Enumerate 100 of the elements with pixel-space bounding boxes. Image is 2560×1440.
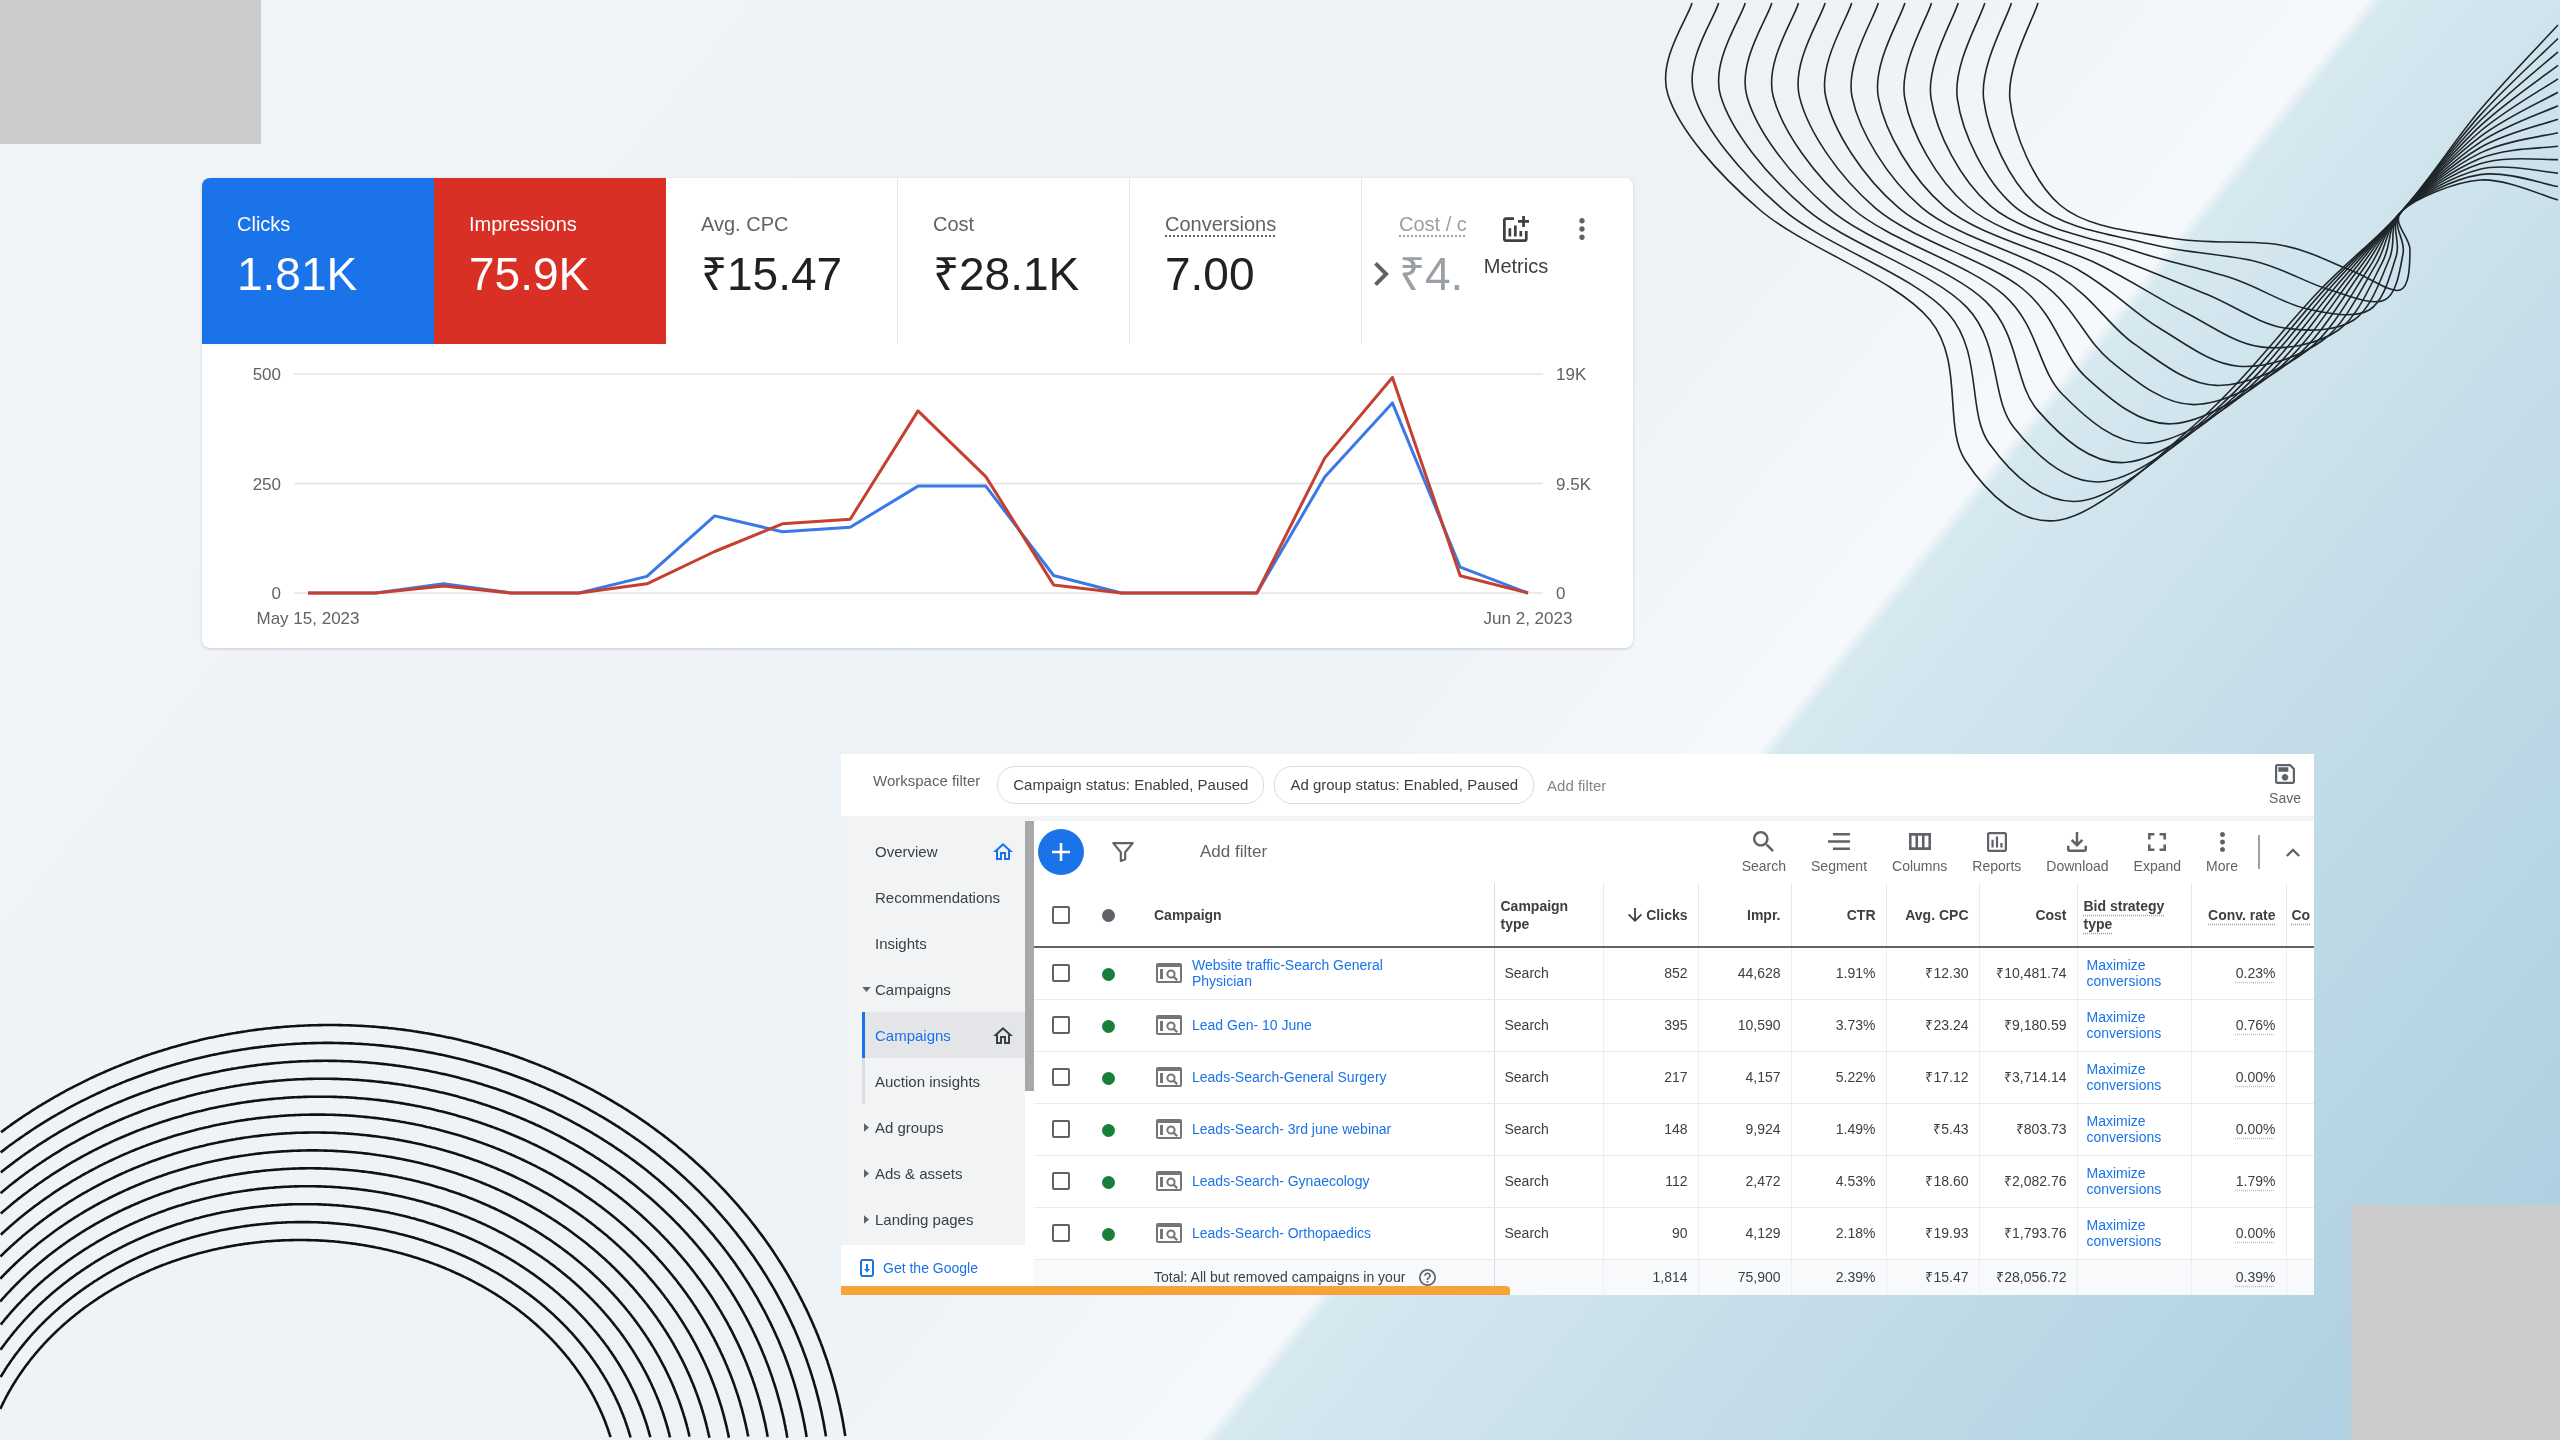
checkbox[interactable] bbox=[1052, 1224, 1070, 1243]
filter-chip[interactable]: Campaign status: Enabled, Paused bbox=[997, 766, 1265, 804]
save-button[interactable]: Save bbox=[2269, 764, 2301, 806]
download-icon bbox=[2067, 831, 2088, 852]
search-button[interactable]: Search bbox=[1731, 830, 1796, 874]
table-cell: Search bbox=[1494, 1207, 1603, 1259]
column-header[interactable]: Campaign type bbox=[1494, 883, 1603, 947]
table-cell: Search bbox=[1494, 999, 1603, 1051]
table-link[interactable]: Maximize conversions bbox=[2086, 1165, 2181, 1197]
column-header[interactable]: Co bbox=[2286, 883, 2314, 947]
scrollbar-thumb[interactable] bbox=[1025, 821, 1034, 1091]
table-link[interactable]: Maximize conversions bbox=[2086, 957, 2181, 990]
table-cell: 44,628 bbox=[1698, 947, 1791, 999]
table-link[interactable]: Maximize conversions bbox=[2086, 1009, 2181, 1041]
column-header[interactable]: Bid strategy type bbox=[2077, 883, 2191, 947]
campaign-link[interactable]: Leads-Search- Gynaecology bbox=[1192, 1173, 1370, 1189]
chevron-up-icon[interactable] bbox=[2286, 847, 2300, 857]
table-link[interactable]: Maximize conversions bbox=[2086, 1113, 2181, 1145]
checkbox[interactable] bbox=[1052, 964, 1070, 983]
column-header[interactable]: Cost bbox=[1979, 883, 2077, 947]
y-axis-label: 0 bbox=[271, 584, 281, 603]
y-axis-label: 0 bbox=[1556, 584, 1566, 603]
more-icon bbox=[2219, 831, 2225, 852]
metric-tile[interactable]: Impressions 75.9K bbox=[434, 178, 666, 344]
more-icon[interactable] bbox=[1579, 218, 1585, 240]
column-header[interactable]: Avg. CPC bbox=[1886, 883, 1979, 947]
checkbox[interactable] bbox=[1052, 1172, 1070, 1191]
column-header[interactable]: CTR bbox=[1791, 883, 1886, 947]
reports-button[interactable]: Reports bbox=[1962, 830, 2032, 874]
search-box-icon bbox=[1156, 1015, 1182, 1035]
table-cell: ₹23.24 bbox=[1886, 999, 1979, 1051]
column-header[interactable]: Clicks bbox=[1603, 883, 1698, 947]
checkbox[interactable] bbox=[1052, 1068, 1070, 1087]
table-cell: ₹15.47 bbox=[1886, 1259, 1979, 1295]
status-dot-icon bbox=[1101, 909, 1115, 923]
table-cell: 1.79% bbox=[2191, 1155, 2286, 1207]
nav-item[interactable]: Insights bbox=[841, 920, 1025, 966]
caret-icon bbox=[863, 1168, 869, 1178]
app-download-link[interactable]: Get the Google bbox=[860, 1259, 978, 1277]
filter-chip[interactable]: Ad group status: Enabled, Paused bbox=[1274, 766, 1535, 804]
campaign-link[interactable]: Website traffic-Search General Physician bbox=[1192, 957, 1404, 990]
filter-icon[interactable] bbox=[1112, 842, 1134, 862]
table-cell: ₹28,056.72 bbox=[1979, 1259, 2077, 1295]
campaign-link[interactable]: Leads-Search-General Surgery bbox=[1192, 1069, 1387, 1085]
add-filter-button[interactable]: Add filter bbox=[1200, 842, 1268, 862]
metric-tile[interactable]: Cost ₹28.1K bbox=[898, 178, 1130, 344]
chevron-right-icon[interactable] bbox=[1374, 262, 1389, 286]
chart-add-icon bbox=[1503, 216, 1529, 242]
add-filter-link[interactable]: Add filter bbox=[1547, 776, 1607, 794]
metric-tile[interactable]: Avg. CPC ₹15.47 bbox=[666, 178, 898, 344]
metric-tile[interactable]: Conversions 7.00 bbox=[1130, 178, 1362, 344]
table-link[interactable]: Maximize conversions bbox=[2086, 1061, 2181, 1093]
nav-item[interactable]: Recommendations bbox=[841, 874, 1025, 920]
checkbox[interactable] bbox=[1052, 1016, 1070, 1035]
home-icon bbox=[993, 842, 1013, 860]
table-cell: 0.39% bbox=[2191, 1259, 2286, 1295]
table-cell: 0.00% bbox=[2191, 1103, 2286, 1155]
checkbox[interactable] bbox=[1052, 906, 1070, 925]
column-header[interactable]: Impr. bbox=[1698, 883, 1791, 947]
more-button[interactable]: More bbox=[2196, 830, 2248, 874]
checkbox[interactable] bbox=[1052, 1120, 1070, 1139]
search-box-icon bbox=[1156, 1171, 1182, 1191]
column-header[interactable]: Conv. rate bbox=[2191, 883, 2286, 947]
segment-button[interactable]: Segment bbox=[1801, 830, 1878, 874]
nav-item[interactable]: Campaigns bbox=[862, 1012, 1025, 1058]
table-cell: Search bbox=[1494, 1051, 1603, 1103]
nav-item[interactable]: Auction insights bbox=[865, 1058, 1025, 1104]
table-cell: ₹10,481.74 bbox=[1979, 947, 2077, 999]
table-cell: 148 bbox=[1603, 1103, 1698, 1155]
nav-item[interactable]: Ads & assets bbox=[841, 1150, 1025, 1196]
nav-item[interactable]: Overview bbox=[841, 828, 1025, 874]
expand-button[interactable]: Expand bbox=[2123, 830, 2192, 874]
column-header[interactable]: Campaign bbox=[1128, 883, 1494, 947]
campaign-link[interactable]: Leads-Search- Orthopaedics bbox=[1192, 1225, 1371, 1241]
campaign-link[interactable]: Leads-Search- 3rd june webinar bbox=[1192, 1121, 1392, 1137]
nav-item[interactable]: Landing pages bbox=[841, 1196, 1025, 1242]
table-cell: Search bbox=[1494, 947, 1603, 999]
table-cell: ₹17.12 bbox=[1886, 1051, 1979, 1103]
table-cell: ₹803.73 bbox=[1979, 1103, 2077, 1155]
table-cell: 395 bbox=[1603, 999, 1698, 1051]
table-cell: ₹3,714.14 bbox=[1979, 1051, 2077, 1103]
table-cell: 1,814 bbox=[1603, 1259, 1698, 1295]
table-cell: 0.00% bbox=[2191, 1051, 2286, 1103]
campaign-link[interactable]: Lead Gen- 10 June bbox=[1192, 1017, 1312, 1033]
metrics-button[interactable]: Metrics bbox=[1474, 178, 1558, 344]
table-cell: ₹19.93 bbox=[1886, 1207, 1979, 1259]
nav-item[interactable]: Campaigns bbox=[841, 966, 1025, 1012]
help-icon[interactable] bbox=[1419, 1268, 1437, 1286]
workspace-filter-label: Workspace filter bbox=[873, 771, 981, 789]
search-box-icon bbox=[1156, 1119, 1182, 1139]
table-link[interactable]: Maximize conversions bbox=[2086, 1217, 2181, 1249]
y-axis-label: 500 bbox=[252, 365, 281, 384]
add-button[interactable] bbox=[1038, 829, 1084, 875]
nav-item[interactable]: Ad groups bbox=[841, 1104, 1025, 1150]
search-icon bbox=[1753, 831, 1775, 852]
download-button[interactable]: Download bbox=[2036, 830, 2119, 874]
save-icon bbox=[2275, 764, 2296, 784]
metric-tile[interactable]: Clicks 1.81K bbox=[202, 178, 434, 344]
columns-button[interactable]: Columns bbox=[1882, 830, 1958, 874]
caret-icon bbox=[863, 1122, 869, 1132]
